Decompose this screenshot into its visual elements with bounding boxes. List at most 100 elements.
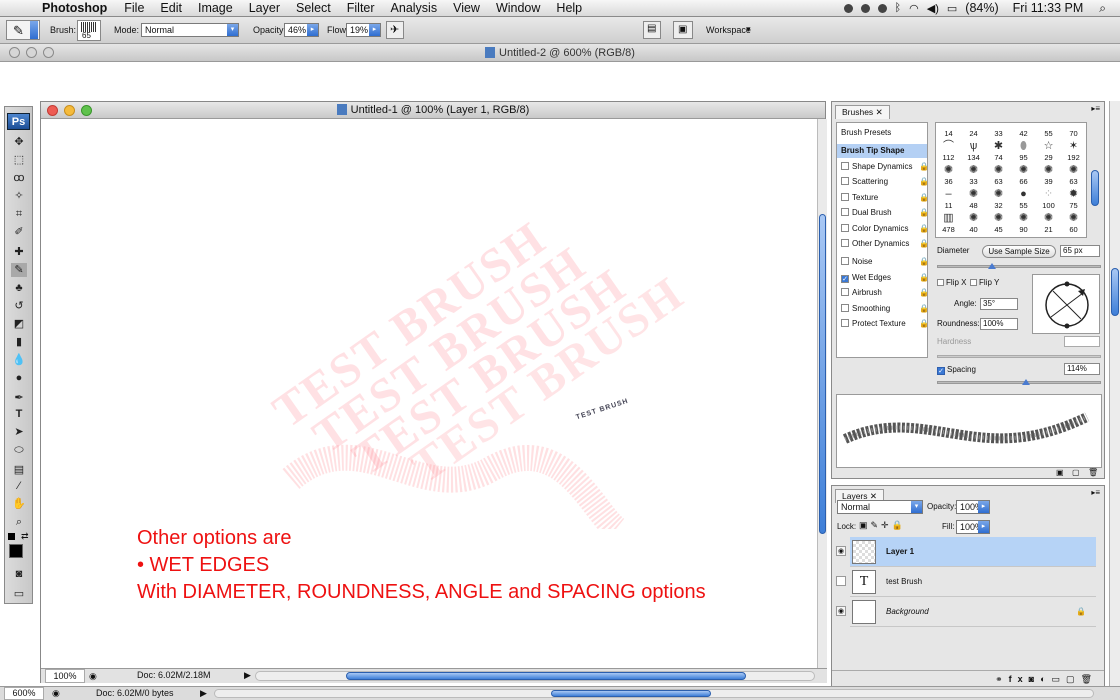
slider-handle[interactable] bbox=[988, 263, 996, 269]
lock-icon[interactable]: 🔒 bbox=[919, 208, 929, 217]
eye-icon[interactable]: ◉ bbox=[836, 546, 846, 556]
checkbox[interactable] bbox=[841, 288, 849, 296]
close-icon[interactable] bbox=[9, 47, 20, 58]
brush-tip-cell[interactable]: –11 bbox=[936, 188, 961, 211]
link-icon[interactable]: ⚭ bbox=[995, 674, 1009, 684]
doc1-hscroll-thumb[interactable] bbox=[346, 672, 746, 680]
brush-tip-cell[interactable]: ✺ 39 bbox=[1036, 164, 1061, 187]
layer-row-background[interactable]: ◉ Background 🔒 bbox=[836, 597, 1096, 627]
doc2-hscroll-thumb[interactable] bbox=[551, 690, 711, 697]
panel-menu-icon[interactable]: ▸≡ bbox=[1091, 104, 1100, 113]
visibility-toggle[interactable] bbox=[836, 576, 846, 586]
brush-tip-cell[interactable]: ✺ 32 bbox=[986, 188, 1011, 211]
close-icon[interactable]: ✕ bbox=[876, 107, 883, 117]
flow-field[interactable]: 19% ▸ bbox=[346, 23, 381, 37]
app-menu[interactable]: Photoshop bbox=[34, 1, 116, 15]
doc1-zoom-field[interactable]: 100% bbox=[45, 669, 85, 683]
blend-mode-select[interactable]: Normal ▾ bbox=[837, 500, 923, 514]
bluetooth-icon[interactable]: ᛒ bbox=[895, 2, 902, 14]
slice-tool-icon[interactable]: ✐ bbox=[11, 225, 27, 239]
screen-mode-icon[interactable]: ▭ bbox=[11, 587, 27, 601]
use-sample-size-button[interactable]: Use Sample Size bbox=[982, 245, 1056, 258]
doc1-vertical-scrollbar[interactable] bbox=[817, 119, 827, 668]
lock-icon[interactable]: 🔒 bbox=[919, 193, 929, 202]
menu-filter[interactable]: Filter bbox=[339, 1, 383, 15]
path-selection-tool-icon[interactable]: ➤ bbox=[11, 425, 27, 439]
checkbox[interactable] bbox=[841, 304, 849, 312]
palette-well-button[interactable]: ▤ bbox=[643, 21, 661, 39]
menu-clock[interactable]: Fri 11:33 PM bbox=[1013, 1, 1084, 15]
trash-icon[interactable]: 🗑 bbox=[1081, 674, 1098, 684]
brush-picker[interactable]: 65 bbox=[77, 20, 101, 41]
brushes-tab[interactable]: Brushes ✕ bbox=[835, 105, 890, 119]
pen-tool-icon[interactable]: ✒ bbox=[11, 391, 27, 405]
blur-tool-icon[interactable]: 💧 bbox=[11, 353, 27, 367]
menu-view[interactable]: View bbox=[445, 1, 488, 15]
checkbox[interactable] bbox=[841, 177, 849, 185]
menu-window[interactable]: Window bbox=[488, 1, 548, 15]
new-brush-icon[interactable]: ▢ bbox=[1072, 468, 1080, 477]
lasso-tool-icon[interactable]: ꝏ bbox=[11, 171, 27, 185]
menu-help[interactable]: Help bbox=[548, 1, 590, 15]
new-layer-icon[interactable]: ▢ bbox=[1066, 674, 1081, 684]
move-tool-icon[interactable]: ✥ bbox=[11, 135, 27, 149]
brush-option-item[interactable]: Noise 🔒 bbox=[841, 255, 929, 269]
tool-preset-picker[interactable]: ✎ bbox=[6, 20, 40, 40]
history-brush-tool-icon[interactable]: ↺ bbox=[11, 299, 27, 313]
spacing-field[interactable]: 114% bbox=[1064, 363, 1100, 375]
status-icon[interactable]: ◉ bbox=[52, 688, 60, 699]
lock-options-icons[interactable]: ▣✎✛🔒 bbox=[859, 520, 906, 531]
brush-tip-cell[interactable]: ✺ 63 bbox=[986, 164, 1011, 187]
brush-tip-cell[interactable]: ● 55 bbox=[1011, 188, 1036, 211]
brush-presets-item[interactable]: Brush Presets bbox=[841, 126, 925, 140]
doc2-zoom-field[interactable]: 600% bbox=[4, 687, 44, 700]
close-icon[interactable] bbox=[47, 105, 58, 116]
brush-tip-cell[interactable]: ⁘ 100 bbox=[1036, 188, 1061, 211]
airbrush-toggle[interactable]: ✈ bbox=[386, 21, 404, 39]
battery-icon[interactable]: ▭ bbox=[947, 2, 957, 15]
shape-tool-icon[interactable]: ⬭ bbox=[11, 443, 27, 457]
notes-tool-icon[interactable]: ▤ bbox=[11, 463, 27, 477]
doc2-vertical-scrollbar[interactable] bbox=[1109, 101, 1120, 686]
brush-tip-shape-item[interactable]: Brush Tip Shape bbox=[837, 144, 927, 158]
layer-row-layer1[interactable]: ◉ Layer 1 bbox=[836, 537, 1096, 567]
checkbox[interactable] bbox=[841, 162, 849, 170]
adjustment-icon[interactable]: ◐ bbox=[1040, 674, 1051, 684]
layer-opacity-field[interactable]: 100% ▸ bbox=[956, 500, 990, 514]
minimize-icon[interactable] bbox=[64, 105, 75, 116]
chevron-right-icon[interactable]: ▶ bbox=[200, 688, 207, 699]
diameter-field[interactable]: 65 px bbox=[1060, 245, 1100, 257]
default-colors-icon[interactable] bbox=[8, 533, 15, 540]
workspace-menu[interactable]: Workspace bbox=[706, 25, 751, 35]
spotlight-icon[interactable]: ⌕ bbox=[1099, 1, 1106, 16]
lock-icon[interactable]: 🔒 bbox=[919, 304, 929, 313]
brush-option-item[interactable]: Smoothing 🔒 bbox=[841, 302, 929, 316]
chevron-down-icon[interactable]: ▾ bbox=[746, 24, 751, 35]
brush-grid-scroll-thumb[interactable] bbox=[1091, 170, 1099, 206]
brush-option-item[interactable]: Other Dynamics 🔒 bbox=[841, 237, 929, 251]
doc2-horizontal-scrollbar[interactable] bbox=[214, 689, 1094, 698]
menu-edit[interactable]: Edit bbox=[152, 1, 190, 15]
angle-field[interactable]: 35° bbox=[980, 298, 1018, 310]
lock-icon[interactable]: 🔒 bbox=[919, 273, 929, 282]
brush-tip-cell[interactable]: ☆ 29 bbox=[1036, 140, 1061, 163]
brush-option-item[interactable]: Airbrush 🔒 bbox=[841, 286, 929, 300]
lock-icon[interactable]: 🔒 bbox=[919, 177, 929, 186]
brush-tip-cell[interactable]: ✺ 48 bbox=[961, 188, 986, 211]
checkbox[interactable] bbox=[841, 193, 849, 201]
lock-icon[interactable]: 🔒 bbox=[919, 224, 929, 233]
roundness-field[interactable]: 100% bbox=[980, 318, 1018, 330]
trash-icon[interactable]: 🗑 bbox=[1088, 468, 1098, 477]
checkbox[interactable] bbox=[841, 257, 849, 265]
brush-tip-cell[interactable]: ✺ 45 bbox=[986, 212, 1011, 235]
ps-logo[interactable]: Ps bbox=[7, 113, 30, 130]
mode-select[interactable]: Normal ▾ bbox=[141, 23, 239, 37]
brush-option-item[interactable]: Shape Dynamics 🔒 bbox=[841, 160, 929, 174]
gradient-tool-icon[interactable]: ▮ bbox=[11, 335, 27, 349]
create-preset-icon[interactable]: ▣ bbox=[1056, 468, 1064, 477]
quick-mask-icon[interactable]: ◙ bbox=[11, 567, 27, 581]
layer-row-test-brush[interactable]: T test Brush bbox=[836, 567, 1096, 597]
wifi-icon[interactable]: ◠ bbox=[909, 2, 919, 15]
status-icon[interactable]: ◉ bbox=[89, 671, 97, 682]
checkbox-checked[interactable]: ✓ bbox=[841, 275, 849, 283]
